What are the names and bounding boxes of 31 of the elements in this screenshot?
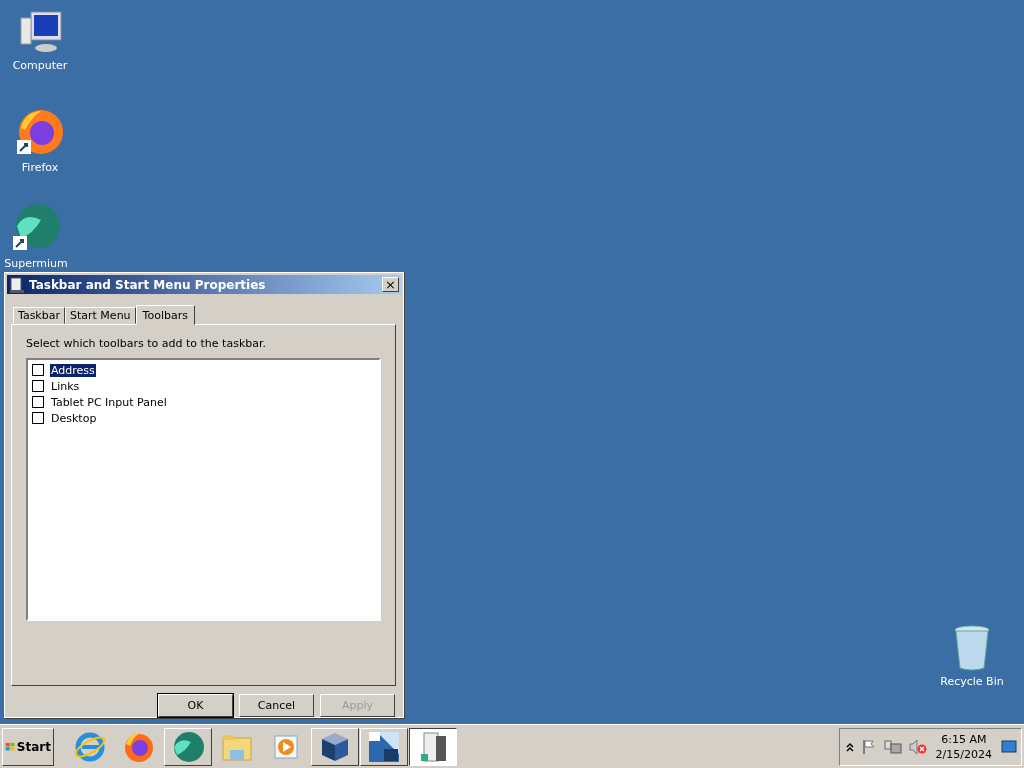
show-desktop-icon[interactable]	[1001, 739, 1017, 754]
checkbox[interactable]	[32, 396, 44, 409]
toolbar-item[interactable]: Desktop	[50, 411, 98, 425]
dialog-button[interactable]: Cancel	[239, 694, 314, 717]
checkbox[interactable]	[32, 364, 44, 377]
checkbox[interactable]	[32, 380, 44, 393]
desktop-icon-label[interactable]: Recycle Bin	[940, 675, 1004, 688]
clock-time[interactable]: 6:15 AM	[941, 731, 987, 747]
desktop-icon-label[interactable]: Firefox	[21, 161, 59, 174]
checkbox[interactable]	[32, 412, 44, 425]
tab[interactable]: Toolbars	[135, 305, 195, 326]
desktop-icon-label[interactable]: Supermium	[4, 257, 68, 270]
window-title: Taskbar and Start Menu Properties	[29, 277, 267, 292]
clock-date[interactable]: 2/15/2024	[935, 746, 992, 762]
tab[interactable]: Taskbar	[13, 307, 65, 325]
network-icon[interactable]	[883, 738, 902, 755]
taskbar-button[interactable]	[409, 727, 457, 766]
instruction-text: Select which toolbars to add to the taskbar.	[26, 337, 267, 351]
toolbar-item[interactable]: Tablet PC Input Panel	[50, 395, 168, 409]
taskbar-app-icon	[9, 276, 25, 293]
recycle-bin-icon[interactable]	[952, 624, 992, 672]
chevron-icon[interactable]	[845, 741, 854, 752]
flag-icon[interactable]	[860, 738, 877, 755]
speaker-muted-icon[interactable]	[908, 738, 927, 755]
dialog-button[interactable]: OK	[158, 694, 233, 717]
toolbar-item[interactable]: Links	[50, 379, 81, 393]
tab[interactable]: Start Menu	[65, 307, 136, 325]
toolbar-item[interactable]: Address	[50, 363, 96, 377]
start-button[interactable]: Start	[2, 727, 54, 766]
desktop-icon-label[interactable]: Computer	[12, 59, 68, 72]
close-button[interactable]: ×	[382, 277, 399, 293]
